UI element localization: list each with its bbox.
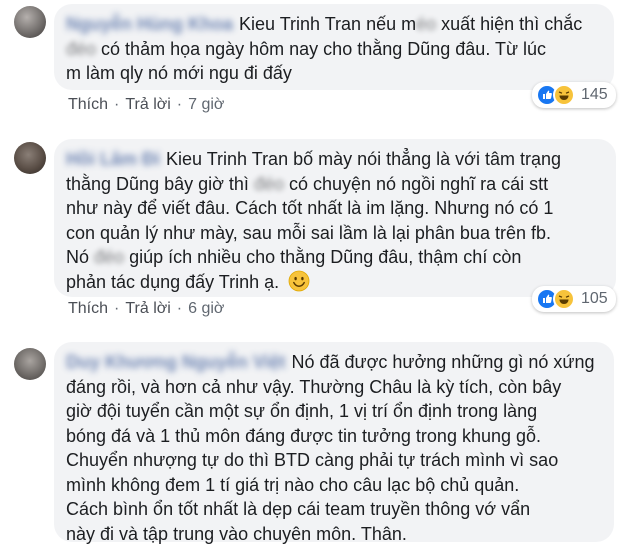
comment-line: đáng rồi, và hơn cả như vậy. Thường Châu… bbox=[66, 376, 562, 397]
comment-line: Hồi Lâm Đi Kieu Trinh Tran bố mày nói thẳ… bbox=[66, 147, 604, 172]
comment-text: Nó đã được hưởng những gì nó xứng bbox=[291, 352, 595, 372]
avatar[interactable] bbox=[14, 6, 46, 38]
comment-text: Nó bbox=[66, 247, 95, 267]
comment-text: giúp ích nhiều cho thằng Dũng đâu, thậm … bbox=[124, 247, 522, 267]
comment-line: con quản lý như mày, sau mỗi sai lầm là … bbox=[66, 222, 551, 243]
comment-text: phản tác dụng đấy Trinh ạ. bbox=[66, 271, 280, 292]
comment-author[interactable]: Hồi Lâm Đi bbox=[66, 147, 160, 172]
censored-word: đéo bbox=[253, 173, 284, 194]
censored-word: đéo bbox=[66, 38, 97, 59]
comment-line: thằng Dũng bây giờ thì đéo có chuyện nó … bbox=[66, 172, 604, 197]
comment-line: Chuyển nhượng tự do thì BTD càng phải tự… bbox=[66, 450, 559, 470]
comment-line: Nó đéo giúp ích nhiều cho thằng Dũng đâu… bbox=[66, 245, 604, 270]
comment-text: thằng Dũng bây giờ thì bbox=[66, 173, 254, 194]
comment-bubble: Duy Khương Nguyễn Việt Nó đã được hưởng n… bbox=[54, 342, 614, 544]
comment-text: có thảm họa ngày hôm nay cho thằng Dũng … bbox=[96, 38, 547, 59]
timestamp[interactable]: 6 giờ bbox=[188, 300, 224, 317]
comment-actions: Thích · Trả lời · 7 giờ bbox=[68, 96, 225, 113]
comment-line: mình không đem 1 tí giá trị nào cho câu … bbox=[66, 474, 520, 495]
censored-word: đéo bbox=[94, 247, 125, 267]
comment-author[interactable]: Nguyễn Hùng Khoa bbox=[66, 12, 233, 37]
comment-text: nếu m bbox=[361, 14, 417, 34]
comment-line: như này để viết đâu. Cách tốt nhất là im… bbox=[66, 198, 554, 218]
comment-text: xuất hiện thì chắc bbox=[436, 14, 583, 34]
reaction-summary[interactable]: 105 bbox=[532, 286, 616, 312]
comment-line: m làm qly nó mới ngu đi đấy bbox=[66, 63, 292, 83]
comment-text: bố mày nói thẳng là với tâm trạng bbox=[288, 149, 562, 169]
comment-bubble: Nguyễn Hùng Khoa Kieu Trinh Tran nếu méo … bbox=[54, 4, 614, 90]
avatar[interactable] bbox=[14, 348, 46, 380]
comment-line: bóng đá và 1 thủ môn đáng được tin tưởng… bbox=[66, 425, 542, 446]
haha-reaction-icon bbox=[553, 84, 575, 106]
reply-link[interactable]: Trả lời bbox=[125, 300, 170, 317]
mention-link[interactable]: Kieu Trinh Tran bbox=[166, 149, 288, 169]
comment-line: Nguyễn Hùng Khoa Kieu Trinh Tran nếu méo … bbox=[66, 12, 602, 37]
mention-link[interactable]: Kieu Trinh Tran bbox=[239, 14, 361, 34]
timestamp[interactable]: 7 giờ bbox=[188, 96, 224, 113]
comment-text: có chuyện nó ngồi nghĩ ra cái stt bbox=[283, 173, 549, 194]
reaction-summary[interactable]: 145 bbox=[532, 82, 616, 108]
reaction-count: 105 bbox=[581, 290, 608, 307]
avatar[interactable] bbox=[14, 142, 46, 174]
smile-emoji-icon bbox=[288, 270, 310, 291]
comment-author[interactable]: Duy Khương Nguyễn Việt bbox=[66, 350, 286, 375]
like-link[interactable]: Thích bbox=[68, 96, 108, 113]
comment-bubble: Hồi Lâm Đi Kieu Trinh Tran bố mày nói thẳ… bbox=[54, 139, 616, 297]
comment-line: này đi và tập trung vào chuyên môn. Thân… bbox=[66, 523, 407, 544]
like-link[interactable]: Thích bbox=[68, 300, 108, 317]
reply-link[interactable]: Trả lời bbox=[125, 96, 170, 113]
censored-word: éo bbox=[416, 14, 437, 34]
comment-line: giờ đội tuyển cần một sự ổn định, 1 vị t… bbox=[66, 401, 538, 421]
comment-line: Cách bình ổn tốt nhất là dẹp cái team tr… bbox=[66, 499, 531, 519]
comment-line: đéo có thảm họa ngày hôm nay cho thằng D… bbox=[66, 37, 602, 62]
comment-line: Duy Khương Nguyễn Việt Nó đã được hưởng n… bbox=[66, 350, 602, 375]
haha-reaction-icon bbox=[553, 288, 575, 310]
reaction-count: 145 bbox=[581, 86, 608, 103]
comment-actions: Thích · Trả lời · 6 giờ bbox=[68, 300, 225, 317]
comment-line: phản tác dụng đấy Trinh ạ. bbox=[66, 270, 604, 295]
